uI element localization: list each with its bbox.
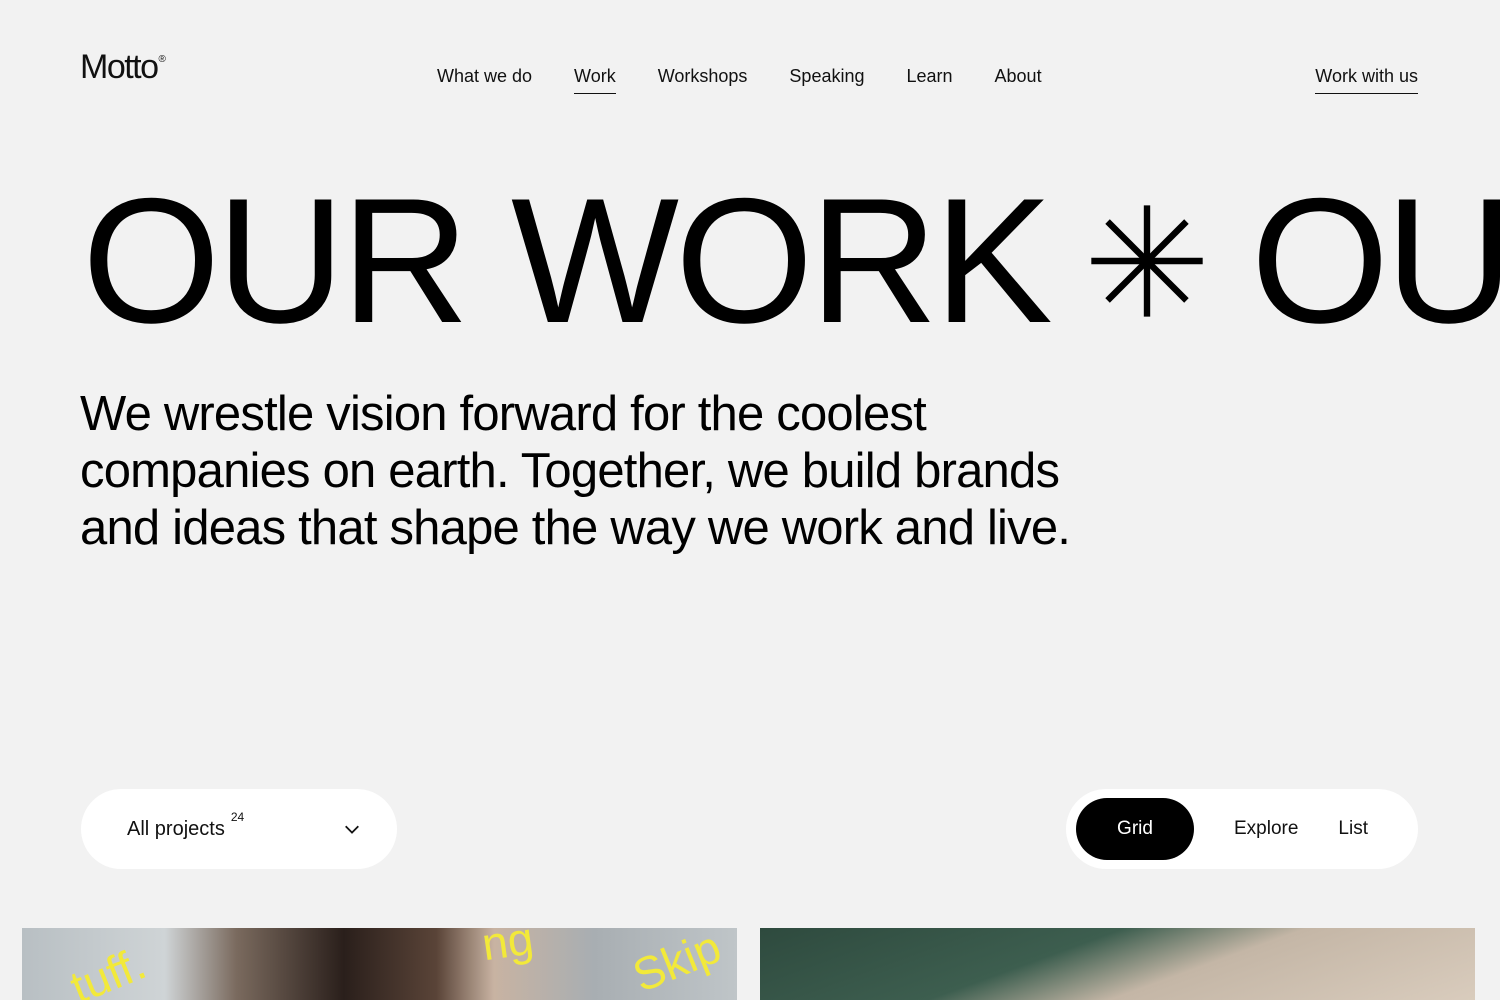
our-work-marquee: OUR WORK OUR <box>82 172 1500 350</box>
project-count-badge: 24 <box>230 810 245 824</box>
nav-item-speaking[interactable]: Speaking <box>789 66 864 94</box>
registered-mark: ® <box>158 54 166 65</box>
asterisk-icon <box>1091 205 1203 317</box>
nav-item-about[interactable]: About <box>995 66 1042 94</box>
chevron-down-icon <box>345 825 359 834</box>
project-thumbnail-1[interactable]: tuff. ng Skip <box>22 928 737 1000</box>
nav-item-work[interactable]: Work <box>574 66 616 94</box>
view-grid-button[interactable]: Grid <box>1076 798 1194 860</box>
filter-label: All projects <box>127 817 225 840</box>
nav-item-learn[interactable]: Learn <box>906 66 952 94</box>
logo-wordmark: Motto <box>80 48 159 86</box>
view-switch: Grid Explore List <box>1066 789 1418 869</box>
project-filter-dropdown[interactable]: All projects 24 <box>81 789 397 869</box>
main-nav: What we do Work Workshops Speaking Learn… <box>437 66 1042 94</box>
work-with-us-link[interactable]: Work with us <box>1315 66 1418 94</box>
nav-item-what-we-do[interactable]: What we do <box>437 66 532 94</box>
motto-logo[interactable]: Motto® <box>80 48 166 87</box>
thumbnail-overlay-text: Skip <box>625 928 728 1000</box>
view-explore-button[interactable]: Explore <box>1214 818 1318 840</box>
intro-statement: We wrestle vision forward for the cooles… <box>80 387 1071 555</box>
view-list-button[interactable]: List <box>1318 818 1388 840</box>
thumbnail-overlay-text: tuff. <box>63 936 153 1000</box>
marquee-word: OUR WORK <box>82 161 1053 360</box>
work-page: Motto® What we do Work Workshops Speakin… <box>0 0 1500 1000</box>
thumbnail-overlay-text: ng <box>478 928 537 971</box>
project-thumbnail-2[interactable] <box>760 928 1475 1000</box>
nav-item-workshops[interactable]: Workshops <box>658 66 748 94</box>
marquee-word-repeat: OUR <box>1250 161 1500 360</box>
